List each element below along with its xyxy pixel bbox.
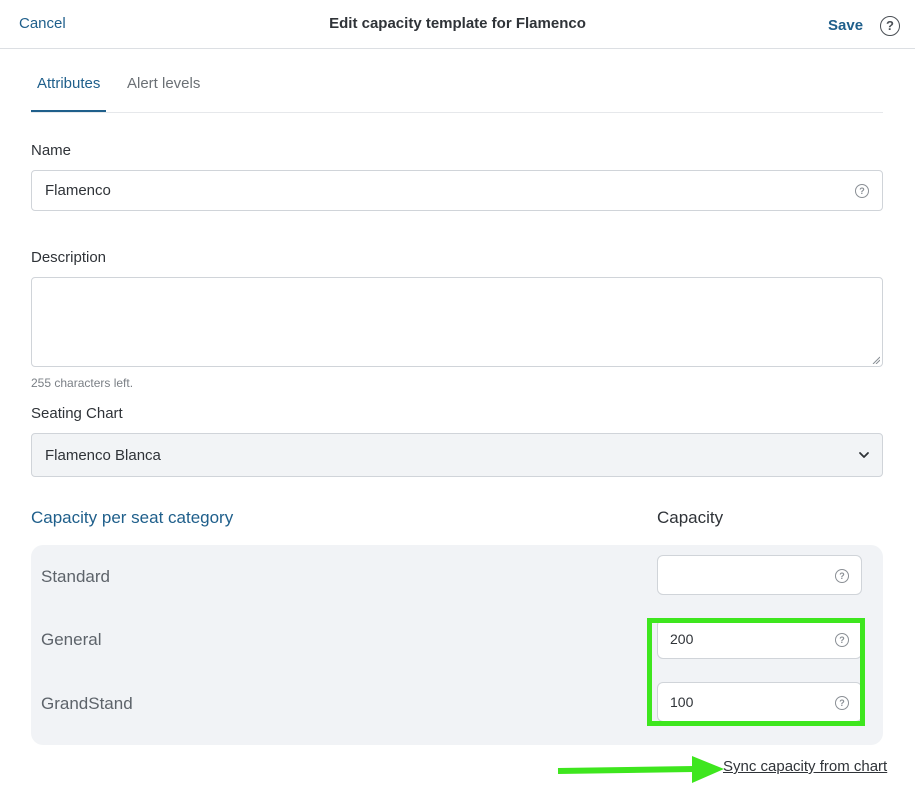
characters-left-text: 255 characters left. (31, 376, 134, 390)
tab-alert-levels[interactable]: Alert levels (127, 75, 200, 92)
question-circle-icon[interactable]: ? (855, 184, 869, 198)
description-label: Description (31, 249, 107, 266)
capacity-section-title: Capacity per seat category (31, 508, 234, 527)
seating-chart-label: Seating Chart (31, 405, 123, 422)
question-circle-icon[interactable]: ? (835, 569, 849, 583)
arrow-annotation-icon (557, 756, 724, 783)
seating-chart-value: Flamenco Blanca (45, 447, 161, 464)
seating-chart-select[interactable]: Flamenco Blanca (31, 433, 883, 477)
capacity-column-header: Capacity (657, 508, 724, 527)
tab-attributes[interactable]: Attributes (37, 75, 100, 92)
category-standard-label: Standard (41, 567, 110, 586)
top-bar: Cancel Edit capacity template for Flamen… (0, 0, 915, 49)
save-button[interactable]: Save (828, 17, 863, 34)
chevron-down-icon (859, 452, 869, 458)
active-tab-indicator (31, 110, 106, 112)
name-value: Flamenco (45, 182, 111, 199)
name-label: Name (31, 142, 72, 159)
category-grandstand-label: GrandStand (41, 694, 133, 713)
help-icon[interactable]: ? (880, 16, 900, 36)
tab-bar: Attributes Alert levels (31, 64, 883, 113)
sync-capacity-link[interactable]: Sync capacity from chart (723, 758, 887, 775)
name-field[interactable]: Flamenco ? (31, 170, 883, 211)
description-field[interactable] (31, 277, 883, 367)
category-general-label: General (41, 630, 102, 649)
standard-capacity-input[interactable]: ? (657, 555, 862, 595)
highlight-box (647, 618, 865, 726)
resize-handle-icon[interactable] (872, 356, 880, 364)
page-title: Edit capacity template for Flamenco (329, 15, 586, 32)
